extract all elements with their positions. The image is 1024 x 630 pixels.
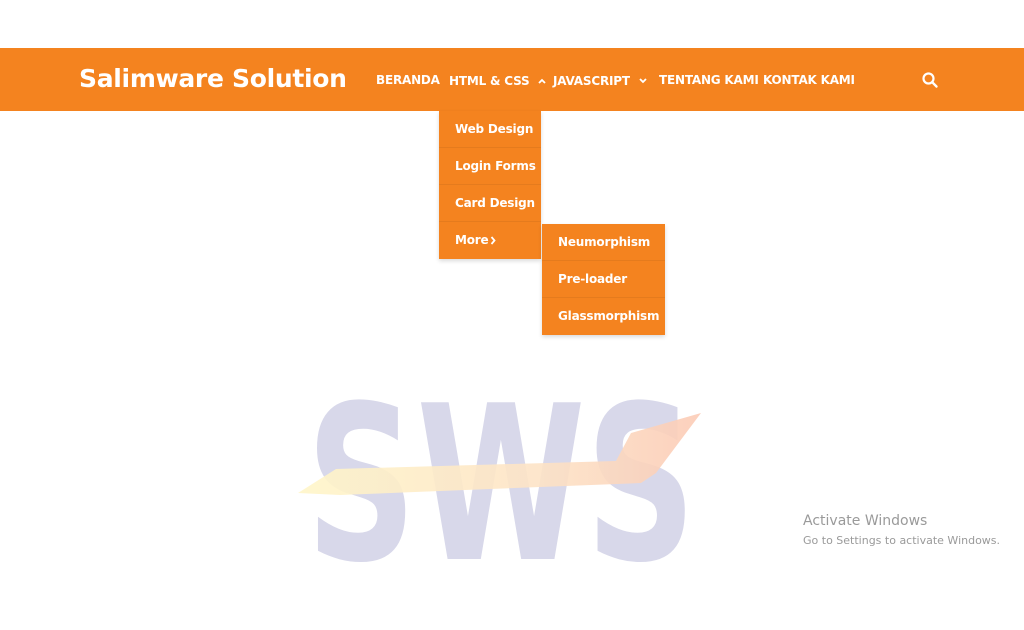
nav-item-label: BERANDA [376, 73, 440, 87]
nav-item-tentang-kami[interactable]: TENTANG KAMI [659, 73, 759, 87]
submenu-item-pre-loader[interactable]: Pre-loader [542, 261, 665, 298]
chevron-down-icon [639, 73, 647, 87]
nav-item-javascript[interactable]: JAVASCRIPT [553, 73, 647, 88]
submenu-item-glassmorphism[interactable]: Glassmorphism [542, 298, 665, 335]
watermark-subtitle: Go to Settings to activate Windows. [803, 534, 1001, 547]
nav-item-label: TENTANG KAMI [659, 73, 759, 87]
dropdown-item-login-forms[interactable]: Login Forms [439, 148, 541, 185]
submenu-item-neumorphism[interactable]: Neumorphism [542, 224, 665, 261]
nav-item-label: JAVASCRIPT [553, 74, 630, 88]
brand-logo-text[interactable]: Salimware Solution [79, 64, 347, 93]
nav-item-beranda[interactable]: BERANDA [376, 73, 440, 87]
sws-logo: SWS [296, 345, 706, 610]
chevron-right-icon [490, 222, 496, 274]
nav-item-label: KONTAK KAMI [763, 73, 855, 87]
nav-item-label: HTML & CSS [449, 74, 530, 88]
nav-item-kontak-kami[interactable]: KONTAK KAMI [763, 73, 855, 87]
dropdown-item-label: More [455, 233, 489, 247]
windows-activation-watermark: Activate Windows Go to Settings to activ… [803, 513, 1000, 547]
nav-item-html-css[interactable]: HTML & CSS [449, 73, 547, 88]
more-submenu: Neumorphism Pre-loader Glassmorphism [542, 224, 665, 335]
html-css-dropdown: Web Design Login Forms Card Design More [439, 111, 541, 259]
dropdown-item-web-design[interactable]: Web Design [439, 111, 541, 148]
chevron-up-icon [538, 73, 547, 87]
navbar: Salimware Solution BERANDA HTML & CSS JA… [0, 48, 1024, 111]
watermark-title: Activate Windows [803, 513, 928, 529]
search-icon[interactable] [921, 71, 939, 89]
dropdown-item-card-design[interactable]: Card Design [439, 185, 541, 222]
dropdown-item-more[interactable]: More [439, 222, 541, 259]
